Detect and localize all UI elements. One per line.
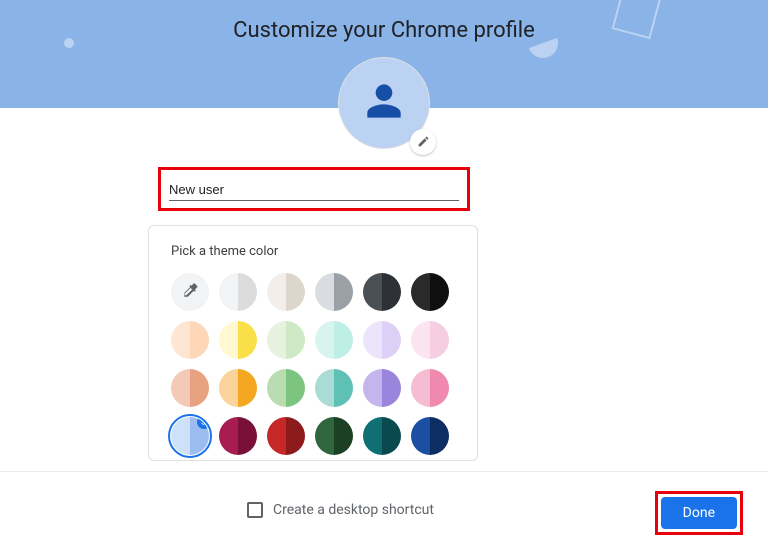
- checkbox-icon: [247, 502, 263, 518]
- person-icon: [364, 81, 404, 125]
- theme-swatch-custom-picker[interactable]: [171, 273, 209, 311]
- theme-swatch[interactable]: [267, 417, 305, 455]
- avatar-container: [338, 57, 430, 149]
- footer: Create a desktop shortcut Done: [0, 471, 768, 555]
- theme-swatch[interactable]: [363, 273, 401, 311]
- check-icon: [197, 417, 209, 429]
- theme-swatch[interactable]: [411, 417, 449, 455]
- theme-swatch[interactable]: [171, 321, 209, 359]
- profile-name-highlight: [158, 167, 470, 211]
- theme-legend: Pick a theme color: [171, 244, 455, 259]
- theme-swatch[interactable]: [267, 321, 305, 359]
- theme-swatch[interactable]: [267, 273, 305, 311]
- theme-swatch[interactable]: [315, 273, 353, 311]
- theme-color-card: Pick a theme color: [148, 225, 478, 461]
- theme-swatch[interactable]: [171, 369, 209, 407]
- theme-swatch-selected[interactable]: [171, 417, 209, 455]
- pencil-icon: [417, 133, 430, 152]
- theme-swatch[interactable]: [219, 369, 257, 407]
- profile-name-input[interactable]: [169, 178, 459, 201]
- decorative-dot: [64, 38, 74, 48]
- theme-swatch[interactable]: [363, 321, 401, 359]
- theme-swatch[interactable]: [219, 273, 257, 311]
- done-button-highlight: Done: [655, 491, 743, 535]
- theme-swatch[interactable]: [411, 369, 449, 407]
- edit-avatar-button[interactable]: [410, 129, 436, 155]
- theme-swatch[interactable]: [411, 321, 449, 359]
- theme-swatch[interactable]: [315, 369, 353, 407]
- theme-swatch[interactable]: [363, 369, 401, 407]
- done-button[interactable]: Done: [661, 497, 737, 529]
- theme-swatch[interactable]: [219, 321, 257, 359]
- theme-swatch[interactable]: [411, 273, 449, 311]
- theme-swatch-grid: [171, 273, 455, 455]
- theme-swatch[interactable]: [219, 417, 257, 455]
- theme-swatch[interactable]: [315, 321, 353, 359]
- desktop-shortcut-checkbox[interactable]: Create a desktop shortcut: [247, 502, 434, 518]
- desktop-shortcut-label: Create a desktop shortcut: [273, 502, 434, 518]
- theme-swatch[interactable]: [363, 417, 401, 455]
- theme-swatch[interactable]: [267, 369, 305, 407]
- theme-swatch[interactable]: [315, 417, 353, 455]
- eyedropper-icon: [181, 281, 199, 303]
